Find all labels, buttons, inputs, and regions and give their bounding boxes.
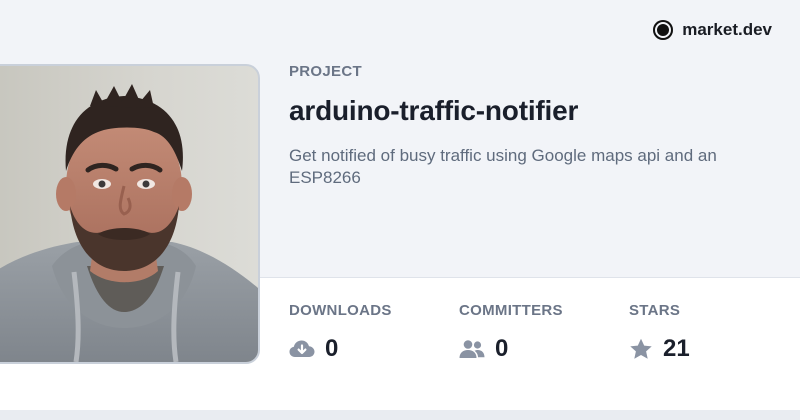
brand-name: market.dev [682,20,772,39]
committers-value: 0 [495,335,509,362]
project-title[interactable]: arduino-traffic-notifier [289,95,578,127]
avatar-photo [0,66,258,362]
downloads-label: DOWNLOADS [289,302,392,319]
market-dev-logo-icon [653,20,674,40]
avatar [0,64,260,364]
stars-stat: STARS 21 [629,302,690,363]
section-kicker: PROJECT [289,63,362,80]
committers-stat: COMMITTERS 0 [459,302,563,363]
downloads-value: 0 [325,335,339,362]
users-icon [459,339,485,359]
stars-label: STARS [629,302,681,319]
cloud-download-icon [289,339,315,359]
star-icon [629,338,653,360]
brand[interactable]: market.dev [653,20,772,40]
committers-label: COMMITTERS [459,302,563,319]
project-card: market.dev PROJECT arduino-traffic-notif… [0,0,800,420]
stars-value: 21 [663,335,690,362]
downloads-stat: DOWNLOADS 0 [289,302,392,363]
project-description: Get notified of busy traffic using Googl… [289,146,717,187]
footer-strip [0,410,800,420]
